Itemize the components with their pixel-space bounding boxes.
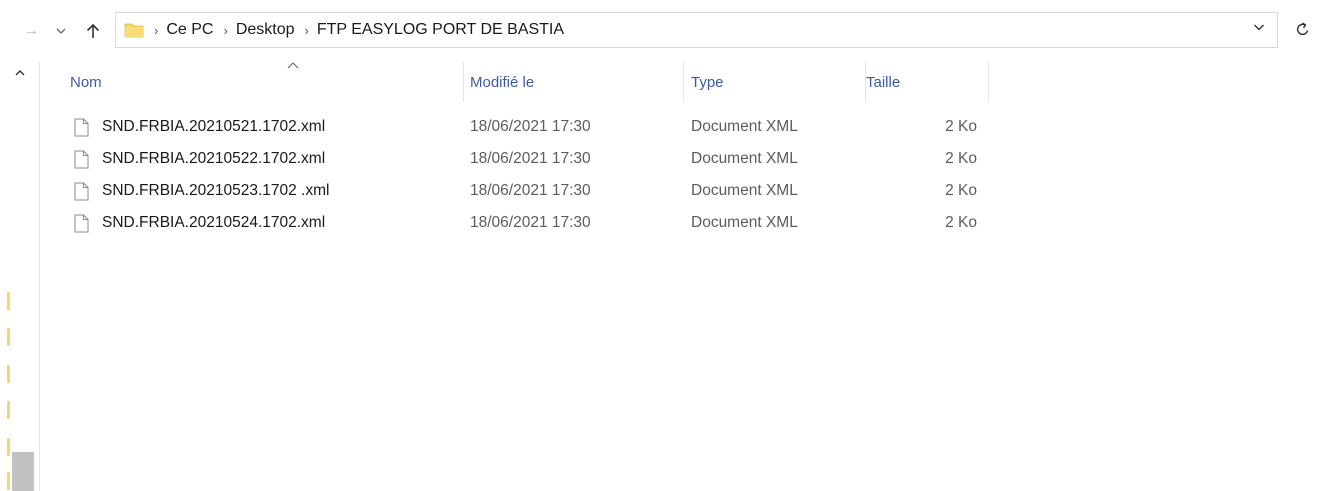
file-name: SND.FRBIA.20210521.1702.xml	[102, 118, 326, 135]
breadcrumb-current-folder[interactable]: FTP EASYLOG PORT DE BASTIA	[317, 21, 564, 39]
column-header-type-label: Type	[691, 73, 724, 91]
file-modified: 18/06/2021 17:30	[470, 150, 591, 167]
breadcrumb-separator: ›	[154, 22, 159, 38]
file-modified: 18/06/2021 17:30	[470, 118, 591, 135]
scroll-up-button[interactable]	[15, 66, 25, 80]
file-type: Document XML	[691, 182, 798, 199]
nav-pane-folder-marker	[7, 401, 10, 419]
file-type: Document XML	[691, 118, 798, 135]
file-type: Document XML	[691, 214, 798, 231]
file-name: SND.FRBIA.20210524.1702.xml	[102, 214, 326, 231]
up-button[interactable]	[82, 20, 104, 42]
folder-icon	[124, 20, 144, 40]
nav-pane-folder-marker	[7, 328, 10, 346]
chevron-down-icon	[56, 28, 66, 34]
file-row[interactable]: SND.FRBIA.20210524.1702.xml 18/06/2021 1…	[40, 207, 1040, 239]
file-name: SND.FRBIA.20210523.1702 .xml	[102, 182, 330, 199]
file-icon	[74, 207, 92, 239]
file-icon	[74, 111, 92, 143]
file-modified: 18/06/2021 17:30	[470, 182, 591, 199]
chevron-down-icon	[1254, 24, 1264, 31]
back-button[interactable]: →	[20, 20, 42, 42]
navigation-bar: → › Ce PC › Desktop › FTP EASYLOG PORT D…	[0, 0, 1326, 62]
breadcrumb-separator: ›	[223, 22, 228, 38]
file-row[interactable]: SND.FRBIA.20210521.1702.xml 18/06/2021 1…	[40, 111, 1040, 143]
column-header-name[interactable]: Nom	[70, 62, 464, 102]
file-name: SND.FRBIA.20210522.1702.xml	[102, 150, 326, 167]
breadcrumb-ce-pc[interactable]: Ce PC	[166, 21, 213, 39]
nav-pane-folder-marker	[7, 292, 10, 310]
arrow-up-icon	[86, 23, 100, 38]
file-icon	[74, 143, 92, 175]
column-header-size-label: Taille	[866, 73, 901, 91]
file-row[interactable]: SND.FRBIA.20210522.1702.xml 18/06/2021 1…	[40, 143, 1040, 175]
refresh-button[interactable]	[1290, 16, 1316, 42]
refresh-icon	[1296, 22, 1309, 36]
column-header-name-label: Nom	[70, 73, 102, 91]
file-size: 2 Ko	[945, 150, 977, 167]
address-dropdown-button[interactable]	[1253, 21, 1265, 35]
address-bar[interactable]: › Ce PC › Desktop › FTP EASYLOG PORT DE …	[115, 12, 1278, 48]
file-list: SND.FRBIA.20210521.1702.xml 18/06/2021 1…	[40, 111, 1040, 239]
column-header-type[interactable]: Type	[684, 62, 866, 102]
file-size: 2 Ko	[945, 214, 977, 231]
chevron-up-icon	[15, 70, 25, 76]
scrollbar-thumb[interactable]	[12, 452, 34, 491]
file-size: 2 Ko	[945, 182, 977, 199]
nav-pane-folder-marker	[7, 438, 10, 456]
file-explorer-window: → › Ce PC › Desktop › FTP EASYLOG PORT D…	[0, 0, 1326, 491]
column-header-modified-label: Modifié le	[470, 73, 535, 91]
file-modified: 18/06/2021 17:30	[470, 214, 591, 231]
breadcrumb-desktop[interactable]: Desktop	[236, 21, 295, 39]
recent-locations-button[interactable]	[50, 20, 72, 42]
file-type: Document XML	[691, 150, 798, 167]
nav-pane-folder-marker	[7, 365, 10, 383]
column-header-row: Nom Modifié le Type Taille	[40, 62, 1326, 102]
breadcrumb-separator: ›	[304, 22, 309, 38]
file-size: 2 Ko	[945, 118, 977, 135]
column-header-size[interactable]: Taille	[866, 62, 989, 102]
sort-ascending-icon	[287, 58, 299, 72]
nav-pane-folder-marker	[7, 472, 10, 490]
navigation-pane-scrollbar[interactable]	[0, 62, 40, 491]
file-row[interactable]: SND.FRBIA.20210523.1702 .xml 18/06/2021 …	[40, 175, 1040, 207]
arrow-left-icon: →	[23, 22, 39, 39]
file-icon	[74, 175, 92, 207]
column-header-modified[interactable]: Modifié le	[464, 62, 684, 102]
